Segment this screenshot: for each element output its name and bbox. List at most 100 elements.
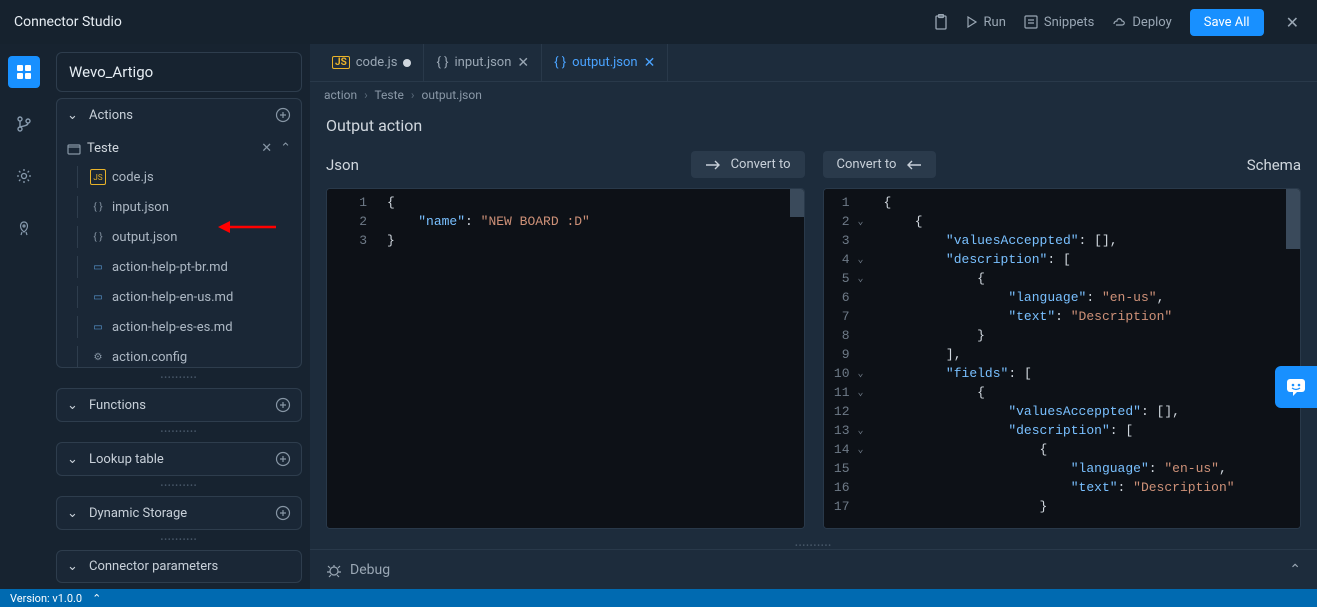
separator: •••••••••• xyxy=(56,537,302,543)
tab-output-json[interactable]: { } output.json ✕ xyxy=(542,44,668,81)
arrow-right-icon xyxy=(705,160,721,170)
tab-label: output.json xyxy=(572,55,637,70)
folder-close[interactable]: ✕ xyxy=(261,141,272,156)
snippets-label: Snippets xyxy=(1044,15,1095,30)
panel-actions-header[interactable]: ⌄ Actions xyxy=(57,99,301,131)
breadcrumb-file: output.json xyxy=(421,88,481,102)
panel-params-header[interactable]: ⌄ Connector parameters xyxy=(57,551,301,582)
snippets-button[interactable]: Snippets xyxy=(1024,15,1095,30)
tab-input-json[interactable]: { } input.json ✕ xyxy=(424,44,542,81)
folder-teste[interactable]: Teste ✕ ⌃ xyxy=(57,135,301,162)
save-all-button[interactable]: Save All xyxy=(1190,9,1264,36)
json-label: Json xyxy=(326,156,359,174)
file-item-input-json[interactable]: { }input.json xyxy=(57,192,301,222)
gear-icon xyxy=(16,168,32,184)
branch-icon xyxy=(16,116,32,132)
activity-rocket[interactable] xyxy=(8,212,40,244)
schema-editor-col: Schema Convert to 12⌄34⌄5⌄678910⌄11⌄1213… xyxy=(823,147,1302,529)
file-item-action-config[interactable]: ⚙action.config xyxy=(57,342,301,367)
fold-icon[interactable]: ⌄ xyxy=(854,216,864,228)
convert-to-schema-button[interactable]: Convert to xyxy=(691,151,805,178)
panel-storage-header[interactable]: ⌄ Dynamic Storage xyxy=(57,497,301,529)
page-title: Output action xyxy=(310,108,1317,147)
panel-functions-header[interactable]: ⌄ Functions xyxy=(57,389,301,421)
braces-icon: { } xyxy=(554,55,566,70)
chevron-down-icon: ⌄ xyxy=(67,398,81,413)
file-item-code-js[interactable]: JScode.js xyxy=(57,162,301,192)
run-button[interactable]: Run xyxy=(966,15,1006,30)
braces-icon: { } xyxy=(436,55,448,70)
resize-handle[interactable]: •••••••••• xyxy=(310,541,1317,549)
panel-actions-label: Actions xyxy=(89,108,133,123)
close-icon[interactable]: ✕ xyxy=(517,55,529,71)
file-item-action-help-pt-br-md[interactable]: ▭action-help-pt-br.md xyxy=(57,252,301,282)
close-icon[interactable]: ✕ xyxy=(644,55,656,71)
panel-functions-label: Functions xyxy=(89,398,146,413)
play-icon xyxy=(966,16,978,28)
activity-bar xyxy=(0,44,48,589)
deploy-label: Deploy xyxy=(1132,15,1171,30)
version-expand[interactable]: ⌃ xyxy=(92,592,101,605)
activity-connectors[interactable] xyxy=(8,56,40,88)
dirty-indicator xyxy=(403,59,411,67)
version-label: Version: v1.0.0 xyxy=(10,592,82,605)
file-item-action-help-en-us-md[interactable]: ▭action-help-en-us.md xyxy=(57,282,301,312)
grid-icon xyxy=(16,64,32,80)
panel-lookup: ⌄ Lookup table xyxy=(56,442,302,476)
chat-icon xyxy=(1285,376,1307,398)
panel-lookup-header[interactable]: ⌄ Lookup table xyxy=(57,443,301,475)
file-item-action-help-es-es-md[interactable]: ▭action-help-es-es.md xyxy=(57,312,301,342)
chat-widget[interactable] xyxy=(1275,366,1317,408)
separator: •••••••••• xyxy=(56,483,302,489)
folder-icon xyxy=(67,142,81,156)
clipboard-button[interactable] xyxy=(934,14,948,30)
convert-label: Convert to xyxy=(731,157,791,172)
sidebar: Wevo_Artigo ⌄ Actions Teste ✕ ⌃ JSc xyxy=(48,44,310,589)
schema-label: Schema xyxy=(1247,156,1301,174)
fold-icon[interactable]: ⌄ xyxy=(854,368,864,380)
file-name: action.config xyxy=(112,350,187,365)
file-item-output-json[interactable]: { }output.json xyxy=(57,222,301,252)
add-action-button[interactable] xyxy=(275,107,291,123)
schema-editor[interactable]: 12⌄34⌄5⌄678910⌄11⌄1213⌄14⌄151617 { { "va… xyxy=(823,188,1302,529)
fold-icon[interactable]: ⌄ xyxy=(854,273,864,285)
panel-storage-label: Dynamic Storage xyxy=(89,506,187,521)
fold-icon[interactable]: ⌄ xyxy=(854,425,864,437)
panel-storage: ⌄ Dynamic Storage xyxy=(56,496,302,530)
fold-icon[interactable]: ⌄ xyxy=(854,254,864,266)
chevron-down-icon: ⌄ xyxy=(67,452,81,467)
actions-tree: Teste ✕ ⌃ JScode.js{ }input.json{ }outpu… xyxy=(57,131,301,367)
file-name: output.json xyxy=(112,230,177,245)
file-name: input.json xyxy=(112,200,169,215)
chevron-down-icon: ⌄ xyxy=(67,108,81,123)
debug-bar[interactable]: Debug ⌃ xyxy=(310,549,1317,589)
fold-icon[interactable]: ⌄ xyxy=(854,444,864,456)
tab-label: input.json xyxy=(454,55,511,70)
activity-settings[interactable] xyxy=(8,160,40,192)
convert-to-json-button[interactable]: Convert to xyxy=(823,151,937,178)
add-function-button[interactable] xyxy=(275,397,291,413)
convert-label: Convert to xyxy=(837,157,897,172)
folder-collapse[interactable]: ⌃ xyxy=(280,141,291,156)
chevron-down-icon: ⌄ xyxy=(67,506,81,521)
panel-functions: ⌄ Functions xyxy=(56,388,302,422)
debug-expand[interactable]: ⌃ xyxy=(1289,562,1301,578)
activity-branch[interactable] xyxy=(8,108,40,140)
snippets-icon xyxy=(1024,15,1038,29)
add-storage-button[interactable] xyxy=(275,505,291,521)
add-lookup-button[interactable] xyxy=(275,451,291,467)
json-editor[interactable]: 123 { "name": "NEW BOARD :D"} xyxy=(326,188,805,529)
bug-icon xyxy=(326,562,342,578)
scrollbar[interactable] xyxy=(1286,189,1300,528)
close-button[interactable]: ✕ xyxy=(1282,13,1303,32)
breadcrumb[interactable]: action › Teste › output.json xyxy=(310,82,1317,108)
tab-bar: JS code.js { } input.json ✕ { } output.json ✕ xyxy=(310,44,1317,82)
panel-params-label: Connector parameters xyxy=(89,559,218,574)
deploy-button[interactable]: Deploy xyxy=(1112,15,1171,30)
file-name: code.js xyxy=(112,170,154,185)
tab-label: code.js xyxy=(356,55,398,70)
js-icon: JS xyxy=(332,56,350,69)
fold-icon[interactable]: ⌄ xyxy=(854,387,864,399)
scrollbar[interactable] xyxy=(790,189,804,528)
tab-code-js[interactable]: JS code.js xyxy=(320,44,424,81)
